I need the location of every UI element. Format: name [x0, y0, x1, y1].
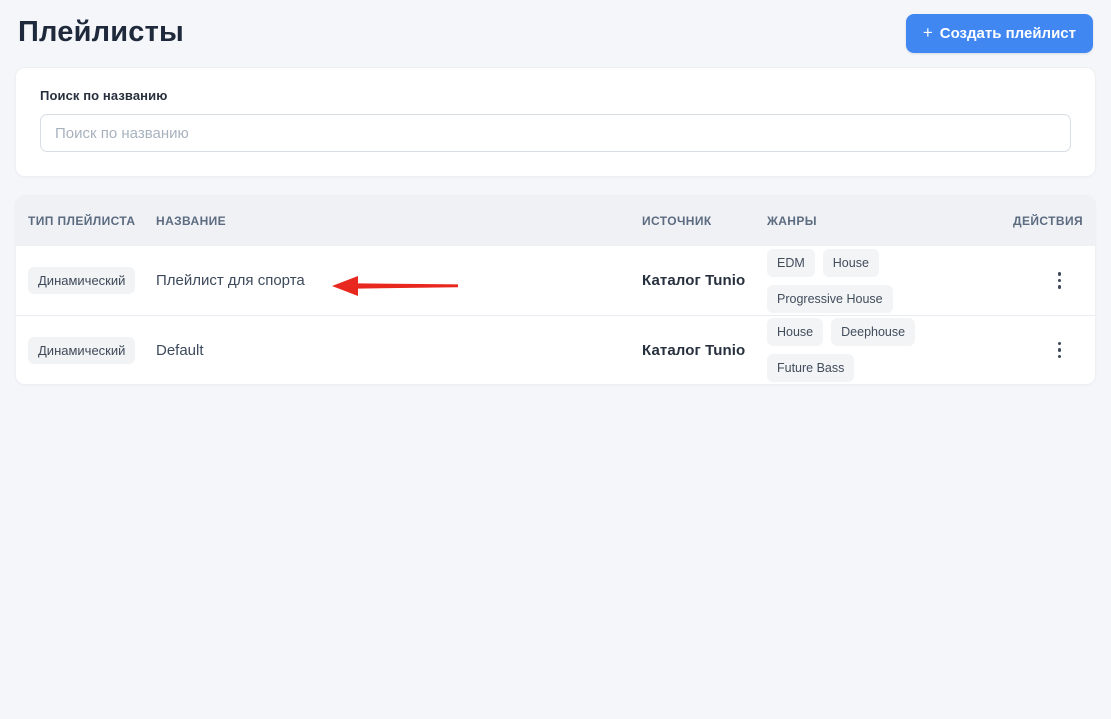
playlist-source: Каталог Tunio [642, 341, 746, 359]
column-header-source: Источник [642, 214, 712, 228]
table-header-row: Тип плейлиста Название Источник Жанры Де… [16, 196, 1095, 246]
column-header-type: Тип плейлиста [28, 214, 136, 228]
playlist-type-badge: Динамический [28, 267, 136, 294]
column-header-genres: Жанры [767, 214, 817, 228]
page-title: Плейлисты [18, 16, 184, 48]
playlist-name[interactable]: Плейлист для спорта [156, 272, 642, 289]
column-header-actions: Действия [1013, 214, 1083, 228]
genre-badge: House [822, 248, 879, 277]
row-actions-menu-icon[interactable] [1052, 266, 1068, 295]
column-header-name: Название [156, 214, 227, 228]
create-playlist-button[interactable]: + Создать плейлист [905, 14, 1093, 53]
search-input[interactable] [40, 114, 1071, 152]
genre-badge: EDM [767, 248, 815, 277]
playlist-type-badge: Динамический [28, 336, 136, 364]
playlists-page: Плейлисты + Создать плейлист Поиск по на… [0, 0, 1111, 719]
genre-badge: Future Bass [767, 354, 855, 382]
search-label: Поиск по названию [40, 88, 168, 103]
search-panel: Поиск по названию [15, 67, 1096, 177]
playlist-source: Каталог Tunio [642, 272, 746, 289]
genres-list: House Deephouse Future Bass [767, 318, 1003, 382]
playlist-name[interactable]: Default [156, 342, 642, 359]
row-actions-menu-icon[interactable] [1052, 336, 1068, 365]
genre-badge: Progressive House [767, 284, 893, 313]
genre-badge: House [767, 318, 824, 346]
plus-icon: + [922, 23, 933, 42]
playlists-table: Тип плейлиста Название Источник Жанры Де… [15, 195, 1096, 385]
table-row[interactable]: Динамический Плейлист для спорта Каталог… [16, 246, 1095, 315]
create-playlist-button-label: Создать плейлист [939, 25, 1076, 42]
page-header: Плейлисты + Создать плейлист [15, 0, 1096, 53]
table-row[interactable]: Динамический Default Каталог Tunio House… [16, 315, 1095, 384]
genre-badge: Deephouse [831, 318, 916, 346]
genres-list: EDM House Progressive House [767, 248, 1003, 313]
